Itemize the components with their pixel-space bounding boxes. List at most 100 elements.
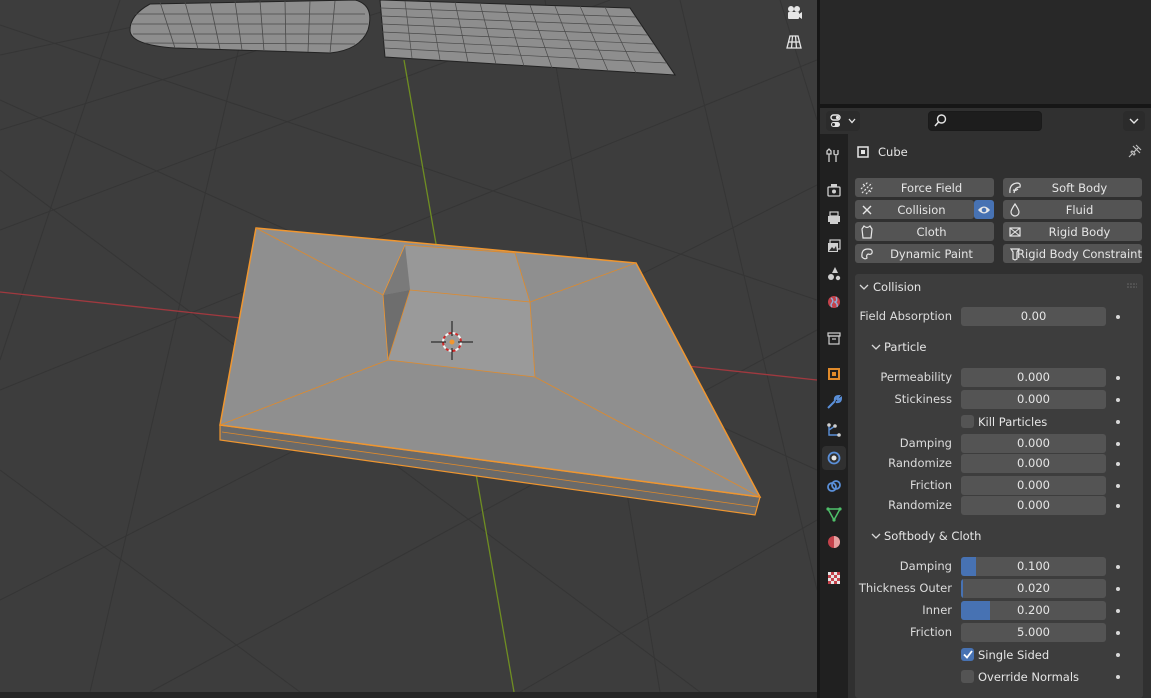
fluid-icon bbox=[1007, 202, 1022, 217]
stickiness-label: Stickiness bbox=[894, 392, 952, 406]
view-layer-icon bbox=[828, 239, 841, 252]
keyframe-dot[interactable] bbox=[1116, 675, 1120, 679]
object-icon bbox=[828, 368, 840, 380]
keyframe-dot[interactable] bbox=[1116, 631, 1120, 635]
tab-data[interactable] bbox=[822, 502, 846, 526]
fluid-button[interactable]: Fluid bbox=[1003, 200, 1142, 219]
drag-handle-icon[interactable] bbox=[1127, 283, 1137, 289]
tab-view-layer[interactable] bbox=[822, 234, 846, 258]
checkbox-box[interactable] bbox=[961, 670, 974, 683]
properties-content: Cube Force Field Soft Body Collision Flu… bbox=[848, 134, 1151, 698]
checkbox-box[interactable] bbox=[961, 648, 974, 661]
keyframe-dot[interactable] bbox=[1116, 442, 1120, 446]
physics-icon bbox=[827, 451, 841, 465]
field-absorption-field[interactable]: 0.00 bbox=[961, 307, 1106, 326]
tab-object[interactable] bbox=[822, 362, 846, 386]
mesh-data-icon bbox=[826, 507, 842, 522]
keyframe-dot[interactable] bbox=[1116, 484, 1120, 488]
editor-type-dropdown[interactable] bbox=[826, 111, 860, 131]
keyframe-dot[interactable] bbox=[1116, 653, 1120, 657]
friction-randomize-label: Randomize bbox=[888, 498, 952, 512]
soft-body-icon bbox=[1007, 180, 1022, 195]
editor-type-icon bbox=[830, 114, 841, 127]
outliner-area[interactable] bbox=[820, 0, 1151, 104]
tab-world[interactable] bbox=[822, 290, 846, 314]
keyframe-dot[interactable] bbox=[1116, 504, 1120, 508]
keyframe-dot[interactable] bbox=[1116, 398, 1120, 402]
chevron-down-icon bbox=[855, 284, 873, 291]
keyframe-dot[interactable] bbox=[1116, 420, 1120, 424]
world-icon bbox=[828, 296, 840, 308]
rigid-body-constraint-button[interactable]: Rigid Body Constraint bbox=[1003, 244, 1142, 263]
permeability-field[interactable]: 0.000 bbox=[961, 368, 1106, 387]
keyframe-dot[interactable] bbox=[1116, 315, 1120, 319]
dynamic-paint-button[interactable]: Dynamic Paint bbox=[855, 244, 994, 263]
background-mesh-right bbox=[379, 0, 676, 76]
wrench-icon bbox=[827, 394, 842, 409]
context-breadcrumb: Cube bbox=[856, 142, 1146, 162]
override-normals-checkbox[interactable]: Override Normals bbox=[961, 667, 1079, 686]
tab-constraints[interactable] bbox=[822, 474, 846, 498]
collection-icon bbox=[827, 332, 841, 345]
options-dropdown[interactable] bbox=[1123, 111, 1145, 131]
particle-damping-label: Damping bbox=[899, 436, 952, 450]
chevron-down-icon bbox=[868, 533, 884, 540]
particle-friction-field[interactable]: 0.000 bbox=[961, 476, 1106, 495]
collision-panel-header[interactable]: Collision bbox=[855, 276, 1143, 298]
tab-render[interactable] bbox=[822, 178, 846, 202]
rigid-body-constraint-icon bbox=[1007, 246, 1022, 261]
softbody-friction-field[interactable]: 5.000 bbox=[961, 623, 1106, 642]
tab-modifiers[interactable] bbox=[822, 390, 846, 414]
keyframe-dot[interactable] bbox=[1116, 565, 1120, 569]
friction-randomize-field[interactable]: 0.000 bbox=[961, 496, 1106, 515]
rigid-body-button[interactable]: Rigid Body bbox=[1003, 222, 1142, 241]
softbody-damping-slider[interactable]: 0.100 bbox=[961, 557, 1106, 576]
tab-scene[interactable] bbox=[822, 262, 846, 286]
toggle-projection-grid-icon[interactable] bbox=[781, 29, 807, 55]
tab-material[interactable] bbox=[822, 530, 846, 554]
soft-body-button[interactable]: Soft Body bbox=[1003, 178, 1142, 197]
checkbox-box[interactable] bbox=[961, 415, 974, 428]
force-field-button[interactable]: Force Field bbox=[855, 178, 994, 197]
tab-physics[interactable] bbox=[822, 446, 846, 470]
3d-viewport[interactable] bbox=[0, 0, 817, 692]
camera-view-icon[interactable] bbox=[781, 0, 807, 26]
keyframe-dot[interactable] bbox=[1116, 376, 1120, 380]
softbody-cloth-subpanel-header[interactable]: Softbody & Cloth bbox=[868, 525, 981, 547]
search-icon bbox=[934, 114, 947, 127]
selected-object-cube[interactable] bbox=[219, 227, 762, 516]
particle-subpanel-header[interactable]: Particle bbox=[868, 336, 927, 358]
object-name: Cube bbox=[878, 145, 908, 159]
thickness-outer-slider[interactable]: 0.020 bbox=[961, 579, 1106, 598]
damping-randomize-label: Randomize bbox=[888, 456, 952, 470]
tab-output[interactable] bbox=[822, 206, 846, 230]
viewport-scene[interactable] bbox=[0, 0, 817, 692]
checkmark-icon bbox=[962, 650, 973, 659]
keyframe-dot[interactable] bbox=[1116, 609, 1120, 613]
collision-button[interactable]: Collision bbox=[855, 200, 974, 219]
tab-texture[interactable] bbox=[822, 566, 846, 590]
kill-particles-checkbox[interactable]: Kill Particles bbox=[961, 412, 1047, 431]
keyframe-dot[interactable] bbox=[1116, 587, 1120, 591]
damping-randomize-field[interactable]: 0.000 bbox=[961, 454, 1106, 473]
properties-header bbox=[820, 108, 1151, 134]
particles-icon bbox=[827, 423, 841, 437]
tab-particles[interactable] bbox=[822, 418, 846, 442]
viewport-status-strip bbox=[0, 692, 817, 698]
texture-icon bbox=[828, 572, 840, 584]
tab-tool[interactable] bbox=[822, 144, 846, 168]
render-icon bbox=[827, 184, 841, 197]
output-icon bbox=[828, 211, 840, 224]
cloth-button[interactable]: Cloth bbox=[855, 222, 994, 241]
keyframe-dot[interactable] bbox=[1116, 462, 1120, 466]
stickiness-field[interactable]: 0.000 bbox=[961, 390, 1106, 409]
tab-collection[interactable] bbox=[822, 326, 846, 350]
single-sided-checkbox[interactable]: Single Sided bbox=[961, 645, 1049, 664]
scene-icon bbox=[828, 267, 841, 281]
collision-visibility-toggle[interactable] bbox=[974, 200, 994, 219]
thickness-inner-slider[interactable]: 0.200 bbox=[961, 601, 1106, 620]
close-icon bbox=[859, 202, 874, 217]
rigid-body-icon bbox=[1007, 224, 1022, 239]
pin-icon[interactable] bbox=[1128, 144, 1142, 158]
particle-damping-field[interactable]: 0.000 bbox=[961, 434, 1106, 453]
